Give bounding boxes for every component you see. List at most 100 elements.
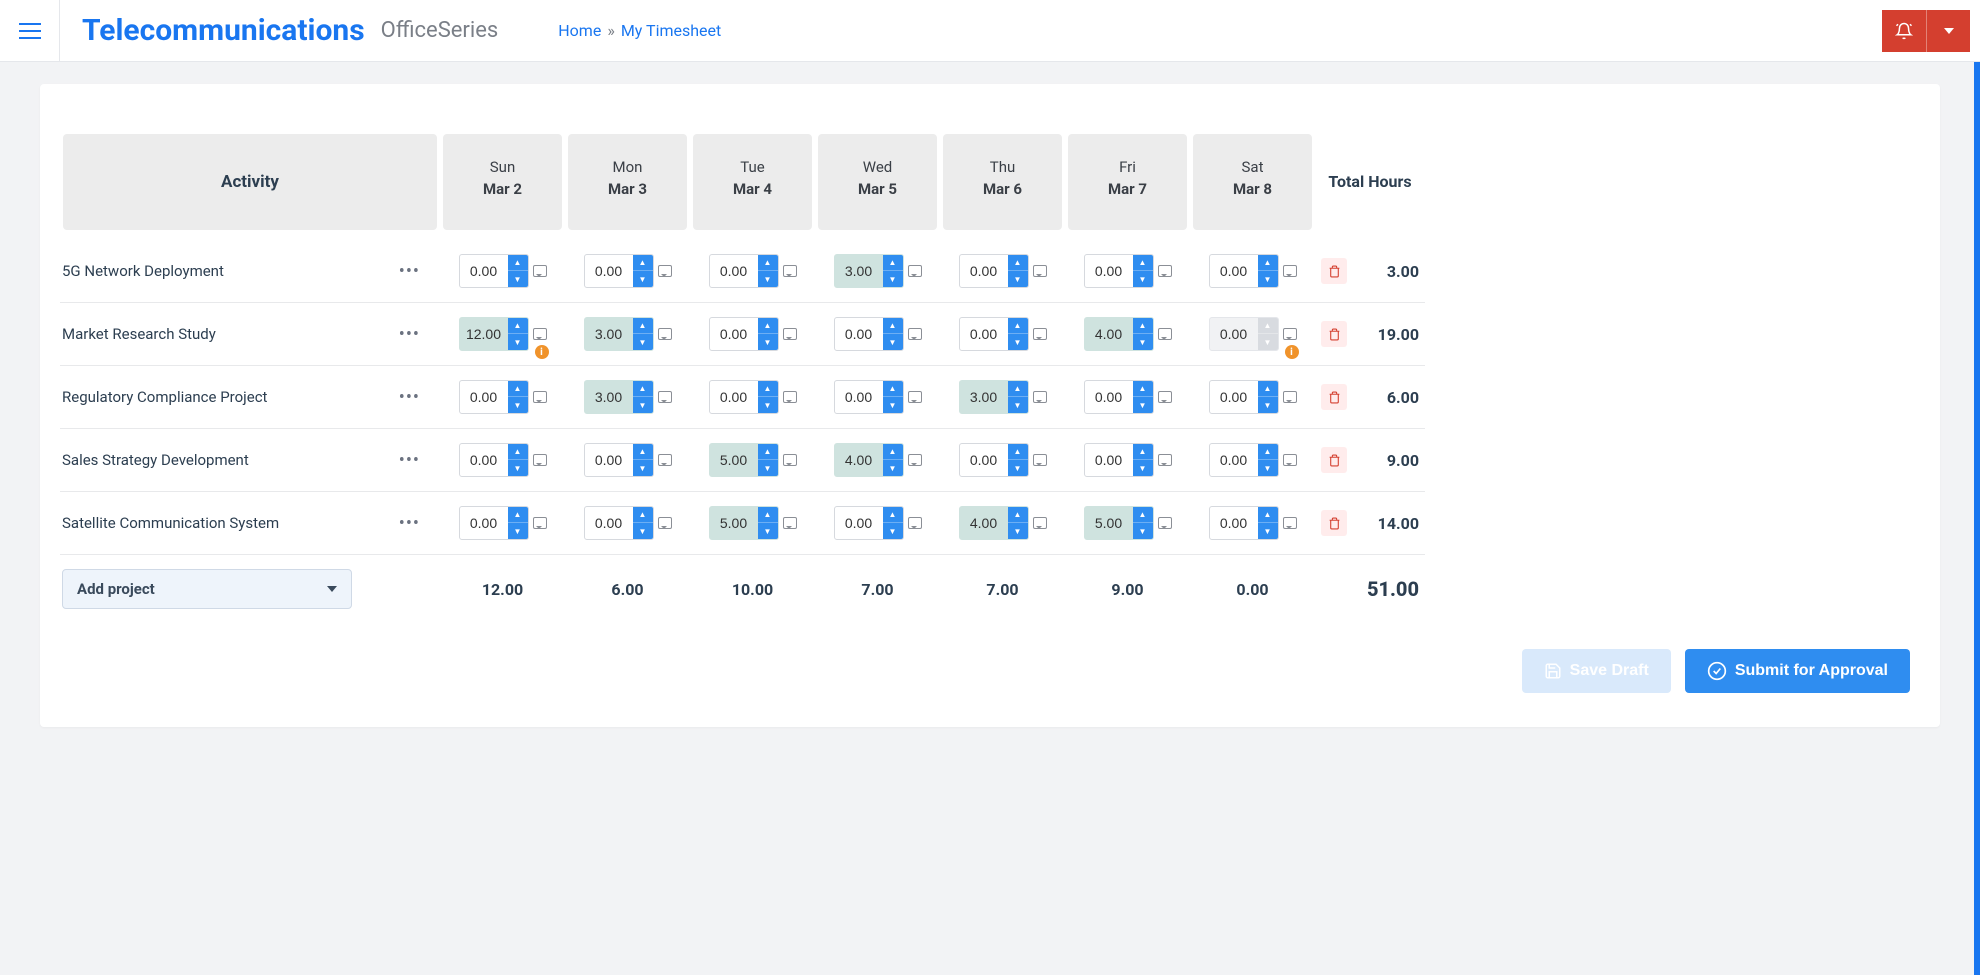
hours-stepper[interactable]: ▲▼ — [709, 380, 779, 414]
step-up-button[interactable]: ▲ — [758, 254, 778, 271]
step-down-button[interactable]: ▼ — [1008, 460, 1028, 477]
hours-stepper[interactable]: ▲▼ — [584, 254, 654, 288]
hours-stepper[interactable]: ▲▼ — [459, 380, 529, 414]
hours-input[interactable] — [710, 389, 758, 405]
note-icon[interactable] — [533, 454, 547, 466]
hours-stepper[interactable]: ▲▼ — [959, 380, 1029, 414]
hours-stepper[interactable]: ▲▼ — [584, 317, 654, 351]
step-down-button[interactable]: ▼ — [1008, 334, 1028, 351]
delete-row-button[interactable] — [1321, 321, 1347, 347]
hours-stepper[interactable]: ▲▼ — [959, 254, 1029, 288]
breadcrumb-home-link[interactable]: Home — [558, 21, 601, 40]
step-down-button[interactable]: ▼ — [758, 523, 778, 540]
hours-input[interactable] — [1085, 515, 1133, 531]
step-down-button[interactable]: ▼ — [758, 397, 778, 414]
row-menu-icon[interactable]: ••• — [391, 257, 428, 286]
note-icon[interactable] — [658, 328, 672, 340]
step-down-button[interactable]: ▼ — [1008, 397, 1028, 414]
hours-stepper[interactable]: ▲▼ — [709, 317, 779, 351]
note-icon[interactable] — [1033, 328, 1047, 340]
hours-stepper[interactable]: ▲▼ — [459, 443, 529, 477]
hours-stepper[interactable]: ▲▼ — [1084, 443, 1154, 477]
hours-input[interactable] — [460, 326, 508, 342]
note-icon[interactable] — [783, 454, 797, 466]
step-down-button[interactable]: ▼ — [1133, 460, 1153, 477]
step-down-button[interactable]: ▼ — [883, 397, 903, 414]
note-icon[interactable] — [908, 454, 922, 466]
hours-input[interactable] — [585, 389, 633, 405]
hours-stepper[interactable]: ▲▼ — [459, 317, 529, 351]
hours-input[interactable] — [960, 326, 1008, 342]
hours-input[interactable] — [585, 326, 633, 342]
hours-input[interactable] — [460, 263, 508, 279]
note-icon[interactable] — [658, 265, 672, 277]
hours-stepper[interactable]: ▲▼ — [1209, 443, 1279, 477]
note-icon[interactable] — [658, 454, 672, 466]
step-down-button[interactable]: ▼ — [1258, 460, 1278, 477]
step-up-button[interactable]: ▲ — [1008, 443, 1028, 460]
hours-stepper[interactable]: ▲▼ — [959, 506, 1029, 540]
step-up-button[interactable]: ▲ — [883, 506, 903, 523]
step-up-button[interactable]: ▲ — [758, 506, 778, 523]
step-up-button[interactable]: ▲ — [1258, 380, 1278, 397]
step-up-button[interactable]: ▲ — [633, 506, 653, 523]
hours-stepper[interactable]: ▲▼ — [1084, 380, 1154, 414]
step-down-button[interactable]: ▼ — [508, 523, 528, 540]
step-up-button[interactable]: ▲ — [633, 380, 653, 397]
hours-stepper[interactable]: ▲▼ — [834, 254, 904, 288]
step-up-button[interactable]: ▲ — [1258, 443, 1278, 460]
step-up-button[interactable]: ▲ — [1008, 380, 1028, 397]
note-icon[interactable] — [1283, 454, 1297, 466]
step-up-button[interactable]: ▲ — [633, 317, 653, 334]
step-up-button[interactable]: ▲ — [758, 317, 778, 334]
step-up-button[interactable]: ▲ — [508, 254, 528, 271]
step-up-button[interactable]: ▲ — [1258, 506, 1278, 523]
hours-stepper[interactable]: ▲▼ — [584, 506, 654, 540]
notifications-button[interactable] — [1882, 10, 1926, 52]
hours-stepper[interactable]: ▲▼ — [834, 380, 904, 414]
note-icon[interactable] — [658, 517, 672, 529]
hours-input[interactable] — [1210, 263, 1258, 279]
delete-row-button[interactable] — [1321, 384, 1347, 410]
note-icon[interactable] — [1033, 391, 1047, 403]
save-draft-button[interactable]: Save Draft — [1522, 649, 1671, 693]
hours-input[interactable] — [710, 263, 758, 279]
hours-stepper[interactable]: ▲▼ — [1209, 506, 1279, 540]
step-down-button[interactable]: ▼ — [1133, 334, 1153, 351]
breadcrumb-current-link[interactable]: My Timesheet — [621, 21, 721, 40]
step-up-button[interactable]: ▲ — [883, 317, 903, 334]
step-down-button[interactable]: ▼ — [508, 397, 528, 414]
step-down-button[interactable]: ▼ — [1258, 523, 1278, 540]
step-down-button[interactable]: ▼ — [508, 271, 528, 288]
hours-input[interactable] — [585, 452, 633, 468]
step-down-button[interactable]: ▼ — [883, 271, 903, 288]
note-icon[interactable] — [908, 391, 922, 403]
hours-stepper[interactable]: ▲▼ — [834, 506, 904, 540]
note-icon[interactable] — [1033, 265, 1047, 277]
hours-input[interactable] — [835, 389, 883, 405]
delete-row-button[interactable] — [1321, 258, 1347, 284]
hours-stepper[interactable]: ▲▼ — [584, 443, 654, 477]
step-up-button[interactable]: ▲ — [1008, 506, 1028, 523]
hours-stepper[interactable]: ▲▼ — [709, 506, 779, 540]
step-up-button[interactable]: ▲ — [1258, 254, 1278, 271]
hours-input[interactable] — [835, 263, 883, 279]
hours-input[interactable] — [460, 452, 508, 468]
hours-input[interactable] — [835, 452, 883, 468]
note-icon[interactable] — [1033, 517, 1047, 529]
hours-input[interactable] — [1210, 389, 1258, 405]
hours-stepper[interactable]: ▲▼ — [459, 254, 529, 288]
note-icon[interactable] — [533, 265, 547, 277]
hours-stepper[interactable]: ▲▼ — [959, 317, 1029, 351]
note-icon[interactable] — [1158, 265, 1172, 277]
step-down-button[interactable]: ▼ — [1133, 397, 1153, 414]
hours-input[interactable] — [460, 515, 508, 531]
row-menu-icon[interactable]: ••• — [391, 383, 428, 412]
step-down-button[interactable]: ▼ — [1008, 523, 1028, 540]
step-up-button[interactable]: ▲ — [1133, 254, 1153, 271]
note-icon[interactable] — [1158, 454, 1172, 466]
step-down-button[interactable]: ▼ — [633, 334, 653, 351]
note-icon[interactable] — [783, 328, 797, 340]
hours-input[interactable] — [1210, 452, 1258, 468]
step-up-button[interactable]: ▲ — [508, 317, 528, 334]
